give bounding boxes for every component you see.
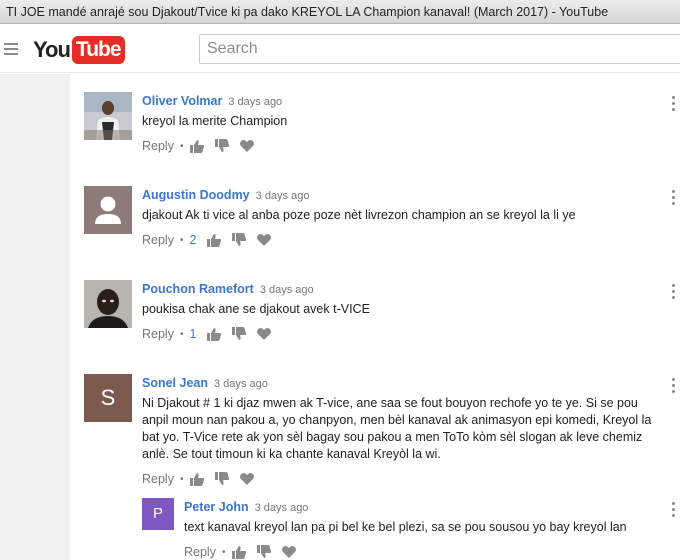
thumbs-down-icon[interactable] (214, 139, 230, 153)
avatar[interactable] (84, 186, 132, 234)
logo-tube-text: Tube (71, 36, 125, 64)
comment-author[interactable]: Peter John (184, 500, 249, 514)
thumbs-down-icon[interactable] (231, 233, 247, 247)
hamburger-menu-icon[interactable] (4, 43, 18, 55)
reply-button[interactable]: Reply (142, 139, 174, 153)
logo-you-text: You (33, 37, 71, 62)
reply-button[interactable]: Reply (142, 327, 174, 341)
comment-text: kreyol la merite Champion (142, 114, 288, 128)
avatar-letter: S (100, 385, 116, 410)
comment-timestamp[interactable]: 3 days ago (228, 96, 282, 108)
thumbs-down-icon[interactable] (214, 472, 230, 486)
avatar[interactable]: P (142, 498, 174, 530)
thumbs-up-icon[interactable] (231, 545, 247, 559)
thumbs-up-icon[interactable] (189, 472, 205, 486)
comment-author[interactable]: Sonel Jean (142, 376, 208, 390)
comment-author[interactable]: Augustin Doodmy (142, 188, 250, 202)
reply-button[interactable]: Reply (142, 233, 174, 247)
more-options-icon[interactable] (672, 284, 676, 300)
window-title: TI JOE mandé anrajé sou Djakout/Tvice ki… (6, 5, 609, 19)
comment-text: djakout Ak ti vice al anba poze poze nèt… (142, 208, 576, 222)
comment-text: text kanaval kreyol lan pa pi bel ke bel… (184, 520, 627, 534)
comment-timestamp[interactable]: 3 days ago (256, 190, 310, 202)
like-count: 1 (189, 327, 197, 341)
more-options-icon[interactable] (672, 378, 676, 394)
thumbs-up-icon[interactable] (189, 139, 205, 153)
comment-text-line: Ni Djakout # 1 ki djaz mwen ak T-vice, a… (142, 396, 638, 410)
avatar[interactable] (84, 92, 132, 140)
more-options-icon[interactable] (672, 502, 676, 518)
heart-icon[interactable] (281, 545, 297, 559)
user-photo-icon (84, 92, 132, 140)
heart-icon[interactable] (239, 472, 255, 486)
comment-timestamp[interactable]: 3 days ago (255, 502, 309, 514)
comment-text-line: anpil moun nan pakou a, yo chanpyon, men… (142, 413, 652, 427)
avatar-letter: P (152, 505, 163, 522)
comment-text-line: anlè. Se tout timoun ki ka chante kanava… (142, 447, 441, 461)
default-user-icon (84, 186, 132, 234)
comment-timestamp[interactable]: 3 days ago (260, 284, 314, 296)
comment-author[interactable]: Oliver Volmar (142, 94, 222, 108)
avatar[interactable] (84, 280, 132, 328)
heart-icon[interactable] (239, 139, 255, 153)
thumbs-up-icon[interactable] (206, 233, 222, 247)
comment-text: poukisa chak ane se djakout avek t-VICE (142, 302, 370, 316)
youtube-logo[interactable]: You Tube (33, 36, 125, 64)
like-count: 2 (189, 233, 197, 247)
avatar[interactable]: S (84, 374, 132, 422)
reply-button[interactable]: Reply (184, 545, 216, 559)
left-gutter (0, 74, 70, 560)
heart-icon[interactable] (256, 327, 272, 341)
youtube-header: You Tube (0, 25, 680, 73)
more-options-icon[interactable] (672, 190, 676, 206)
search-input[interactable] (199, 34, 680, 64)
comment-text: Ni Djakout # 1 ki djaz mwen ak T-vice, a… (142, 395, 651, 463)
heart-icon[interactable] (256, 233, 272, 247)
window-title-bar: TI JOE mandé anrajé sou Djakout/Tvice ki… (0, 0, 680, 24)
thumbs-down-icon[interactable] (256, 545, 272, 559)
more-options-icon[interactable] (672, 96, 676, 112)
comment-text-line: bat yo. T-Vice rete ak yon sèl bagay sou… (142, 430, 643, 444)
reply-button[interactable]: Reply (142, 472, 174, 486)
comment-timestamp[interactable]: 3 days ago (214, 378, 268, 390)
thumbs-up-icon[interactable] (206, 327, 222, 341)
comment-author[interactable]: Pouchon Ramefort (142, 282, 254, 296)
user-photo-icon (84, 280, 132, 328)
thumbs-down-icon[interactable] (231, 327, 247, 341)
